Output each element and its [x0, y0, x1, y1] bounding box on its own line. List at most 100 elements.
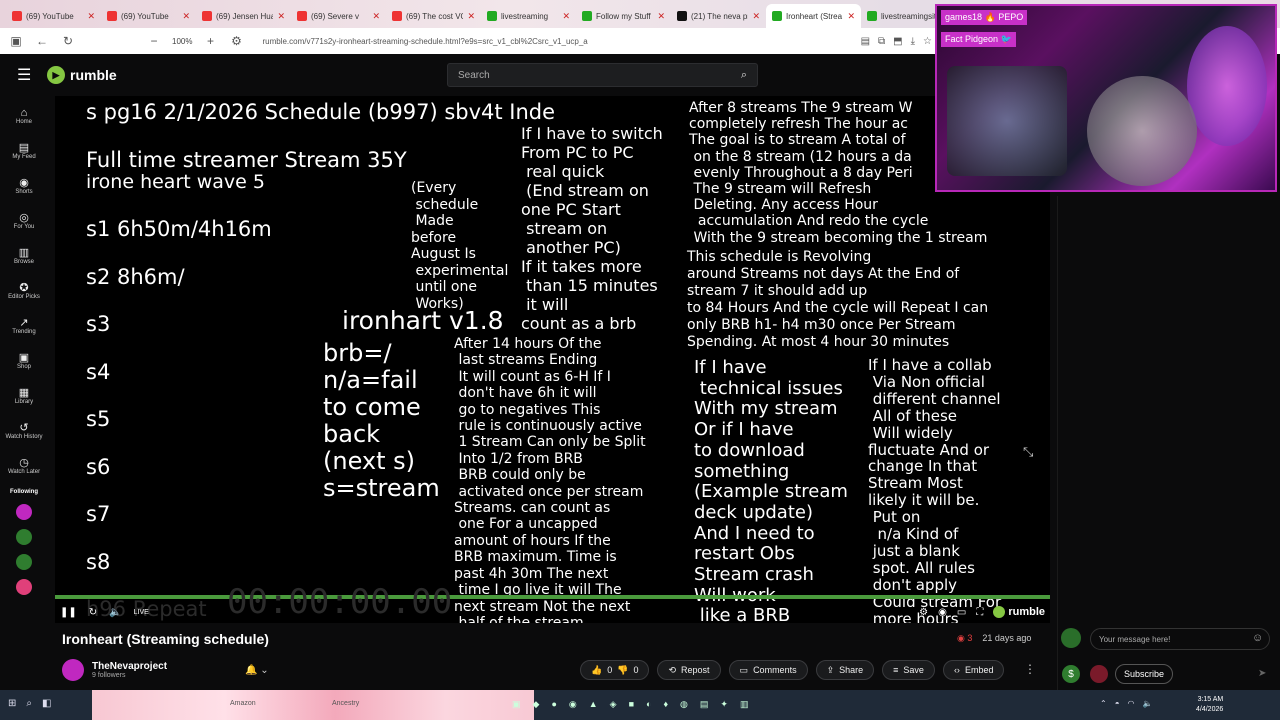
emoji-icon[interactable]: ☺	[1252, 632, 1263, 644]
notification-bell-icon[interactable]: 🔔 ⌄	[245, 665, 269, 676]
browser-tab[interactable]: Follow my Stuff | ✕	[576, 4, 671, 28]
comments-button[interactable]: ▭ Comments	[728, 660, 808, 680]
sidebar-item-home[interactable]: ⌂ Home	[0, 100, 48, 135]
search-icon[interactable]: ⌕	[741, 69, 747, 82]
like-icon[interactable]: 👍	[591, 665, 602, 676]
taskbar-app-7-icon[interactable]: ■	[629, 699, 634, 710]
download-icon[interactable]: ⤓	[911, 36, 915, 47]
reader-icon[interactable]: ▤	[861, 36, 870, 47]
followed-channel-avatar[interactable]	[16, 504, 32, 520]
sidebar-item-editor-picks[interactable]: ✪ Editor Picks	[0, 275, 48, 310]
taskbar-app-11-icon[interactable]: ▤	[700, 699, 709, 710]
sidebar-item-shop[interactable]: ▣ Shop	[0, 345, 48, 380]
taskbar-app-6-icon[interactable]: ◈	[610, 699, 617, 710]
sidebar-item-watch-later[interactable]: ◷ Watch Later	[0, 450, 48, 485]
sidebar-item-library[interactable]: ▦ Library	[0, 380, 48, 415]
pause-icon[interactable]: ❚❚	[60, 607, 77, 618]
followed-channel-avatar[interactable]	[16, 529, 32, 545]
save-button[interactable]: ≡ Save	[882, 660, 935, 680]
channel-name[interactable]: TheNevaproject	[92, 661, 167, 672]
player-brand[interactable]: rumble	[993, 606, 1045, 618]
chat-input[interactable]: Your message here!	[1090, 628, 1270, 650]
wifi-icon[interactable]: ◠	[1128, 699, 1135, 708]
taskbar-app-3-icon[interactable]: ●	[551, 699, 556, 710]
theater-mode-icon[interactable]: ▭	[957, 607, 966, 618]
tip-icon[interactable]: $	[1062, 665, 1080, 683]
browser-tab[interactable]: (69) YouTube ✕	[101, 4, 196, 28]
gift-icon[interactable]	[1090, 665, 1108, 683]
browser-tab[interactable]: (69) Severe v ✕	[291, 4, 386, 28]
sidebar-item-my-feed[interactable]: ▤ My Feed	[0, 135, 48, 170]
taskbar-artwork: Amazon Ancestry	[92, 690, 534, 720]
tab-close-icon[interactable]: ✕	[87, 11, 95, 22]
repost-button[interactable]: ⟲ Repost	[657, 660, 721, 680]
sidebar-item-shorts[interactable]: ◉ Shorts	[0, 170, 48, 205]
taskbar-app-2-icon[interactable]: ◆	[533, 699, 540, 710]
embed-button[interactable]: ‹› Embed	[942, 660, 1005, 680]
browser-tab[interactable]: (69) The cost VO ✕	[386, 4, 481, 28]
browser-tab[interactable]: Ironheart (Strea ✕	[766, 4, 861, 28]
rumble-logo[interactable]: ▶ rumble	[47, 66, 117, 84]
browser-tab[interactable]: (69) Jensen Huan ✕	[196, 4, 291, 28]
tray-chevron-icon[interactable]: ⌃	[1100, 699, 1107, 708]
taskbar-app-8-icon[interactable]: ◐	[646, 699, 651, 710]
tab-close-icon[interactable]: ✕	[562, 11, 570, 22]
subscribe-button[interactable]: Subscribe	[1115, 664, 1173, 684]
video-player[interactable]: s pg16 2/1/2026 Schedule (b997) sbv4t In…	[55, 96, 1050, 623]
taskbar-app-10-icon[interactable]: ◍	[680, 699, 688, 710]
expand-icon[interactable]: ⤡	[1023, 446, 1033, 459]
site-info-icon[interactable]: ⚙	[228, 34, 244, 48]
volume-tray-icon[interactable]: 🔈	[1143, 699, 1153, 708]
tab-close-icon[interactable]: ✕	[467, 11, 475, 22]
zoom-in-icon[interactable]: +	[202, 34, 218, 48]
url-field[interactable]: rumble.com/v771s2y-ironheart-streaming-s…	[262, 37, 587, 46]
reload-icon[interactable]: ↻	[60, 34, 76, 48]
sidebar-item-browse[interactable]: ▥ Browse	[0, 240, 48, 275]
menu-icon[interactable]: ☰	[17, 65, 33, 85]
screenshot-icon[interactable]: ⧉	[878, 36, 885, 47]
taskbar-app-icon[interactable]: ◧	[42, 698, 51, 709]
back-icon[interactable]: ←	[34, 34, 50, 48]
tab-close-icon[interactable]: ✕	[657, 11, 665, 22]
skip-icon[interactable]: ↻	[89, 607, 97, 618]
taskbar-app-13-icon[interactable]: ▥	[740, 699, 749, 710]
taskbar-search-icon[interactable]: ⌕	[26, 698, 32, 709]
zoom-out-icon[interactable]: −	[146, 34, 162, 48]
volume-icon[interactable]: 🔈	[109, 607, 121, 618]
play-circle-icon[interactable]: ◉	[938, 607, 947, 618]
tray-app-icon[interactable]: ◓	[1115, 699, 1120, 708]
taskbar-app-1-icon[interactable]: ▣	[512, 699, 521, 710]
bookmark-icon[interactable]: ☆	[923, 36, 932, 47]
channel-avatar[interactable]	[62, 659, 84, 681]
sidebar-item-watch-history[interactable]: ↺ Watch History	[0, 415, 48, 450]
send-icon[interactable]: ➤	[1258, 668, 1266, 679]
tab-close-icon[interactable]: ✕	[277, 11, 285, 22]
settings-icon[interactable]: ⚙	[919, 607, 928, 618]
taskbar-app-9-icon[interactable]: ♦	[663, 699, 668, 710]
progress-bar[interactable]	[55, 595, 1050, 599]
tab-close-icon[interactable]: ✕	[372, 11, 380, 22]
browser-tab[interactable]: (21) The neva pr ✕	[671, 4, 766, 28]
windows-start-icon[interactable]: ⊞	[8, 698, 16, 709]
sidebar-item-for-you[interactable]: ◎ For You	[0, 205, 48, 240]
more-options-icon[interactable]: ⋮	[1024, 662, 1036, 676]
channel-info[interactable]: TheNevaproject 9 followers 🔔 ⌄	[62, 659, 269, 681]
sidebar-toggle-icon[interactable]: ▣	[8, 34, 24, 48]
fullscreen-icon[interactable]: ⛶	[976, 607, 983, 618]
tab-close-icon[interactable]: ✕	[752, 11, 760, 22]
share-button[interactable]: ⇪ Share	[815, 660, 875, 680]
tab-close-icon[interactable]: ✕	[847, 11, 855, 22]
taskbar-app-5-icon[interactable]: ▲	[589, 699, 598, 710]
search-input[interactable]: Search ⌕	[447, 63, 758, 87]
sidebar-item-trending[interactable]: ↗ Trending	[0, 310, 48, 345]
followed-channel-avatar[interactable]	[16, 554, 32, 570]
taskbar-app-12-icon[interactable]: ✦	[720, 699, 728, 710]
tab-close-icon[interactable]: ✕	[182, 11, 190, 22]
browser-tab[interactable]: (69) YouTube ✕	[6, 4, 101, 28]
followed-channel-avatar[interactable]	[16, 579, 32, 595]
browser-tab[interactable]: livestreaming ✕	[481, 4, 576, 28]
dislike-icon[interactable]: 👎	[617, 665, 628, 676]
taskbar-app-4-icon[interactable]: ◉	[569, 699, 577, 710]
system-clock[interactable]: 3:15 AM 4/4/2026	[1196, 695, 1223, 715]
extensions-icon[interactable]: ⬒	[893, 36, 902, 47]
